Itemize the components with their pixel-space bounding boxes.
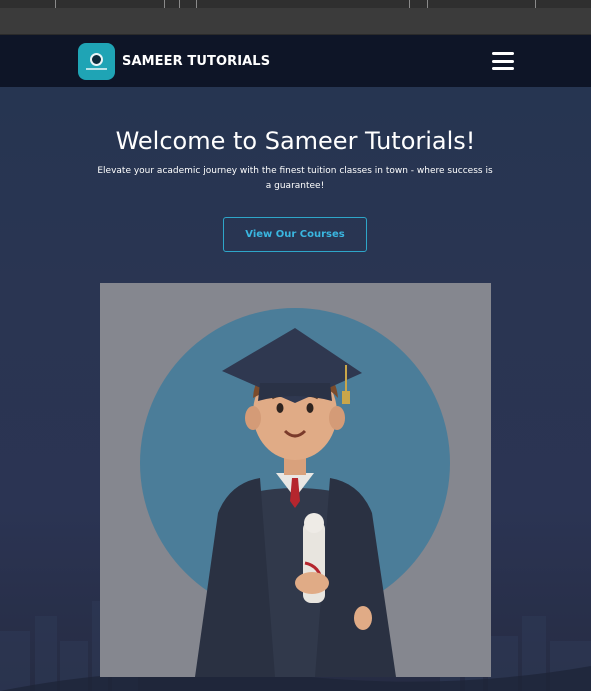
ruler-tick — [409, 0, 410, 8]
school-logo-icon — [78, 43, 115, 80]
brand-link[interactable]: SAMEER TUTORIALS — [78, 43, 270, 80]
navbar: SAMEER TUTORIALS — [0, 35, 591, 87]
ruler-tick — [179, 0, 180, 8]
ruler-tick — [427, 0, 428, 8]
hamburger-menu-icon[interactable] — [492, 52, 514, 70]
ruler-tick — [196, 0, 197, 8]
page-title: Welcome to Sameer Tutorials! — [115, 127, 476, 155]
view-courses-button[interactable]: View Our Courses — [223, 217, 367, 252]
browser-ruler — [0, 0, 591, 35]
graduate-student-illustration — [100, 283, 491, 677]
ruler-tick — [55, 0, 56, 8]
ruler-tick — [164, 0, 165, 8]
ruler-tick — [535, 0, 536, 8]
hero-section: Welcome to Sameer Tutorials! Elevate you… — [0, 87, 591, 691]
hero-subtitle: Elevate your academic journey with the f… — [97, 166, 493, 191]
ruler-strip — [0, 0, 591, 8]
brand-name: SAMEER TUTORIALS — [122, 54, 271, 69]
